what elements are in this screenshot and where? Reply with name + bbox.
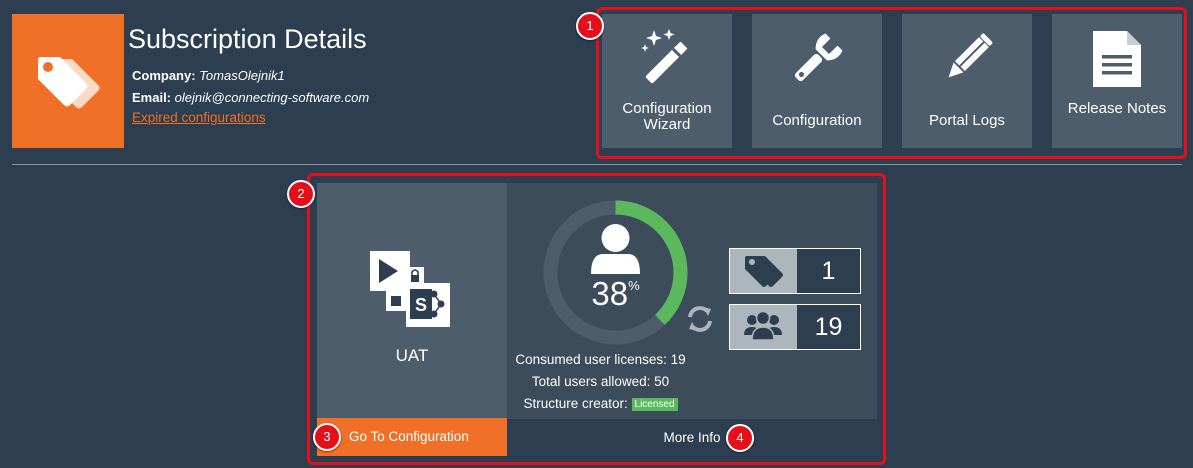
- highlight-box-toolbar: [596, 7, 1187, 159]
- subscription-logo: [12, 14, 124, 148]
- email-value: olejnik@connecting-software.com: [174, 90, 370, 105]
- email-label: Email:: [132, 90, 172, 105]
- annotation-badge-3: 3: [313, 423, 341, 451]
- company-value: TomasOlejnik1: [199, 68, 285, 83]
- annotation-badge-1: 1: [576, 12, 604, 40]
- company-label: Company:: [132, 68, 196, 83]
- expired-configurations-link[interactable]: Expired configurations: [132, 110, 266, 125]
- annotation-badge-2: 2: [287, 180, 315, 208]
- tags-icon: [38, 57, 100, 109]
- page-title: Subscription Details: [128, 24, 367, 54]
- annotation-badge-4: 4: [726, 424, 754, 452]
- highlight-box-card: [307, 173, 886, 465]
- company-info: Company: TomasOlejnik1: [132, 68, 285, 83]
- email-info: Email: olejnik@connecting-software.com: [132, 90, 369, 105]
- header-divider: [12, 164, 1182, 165]
